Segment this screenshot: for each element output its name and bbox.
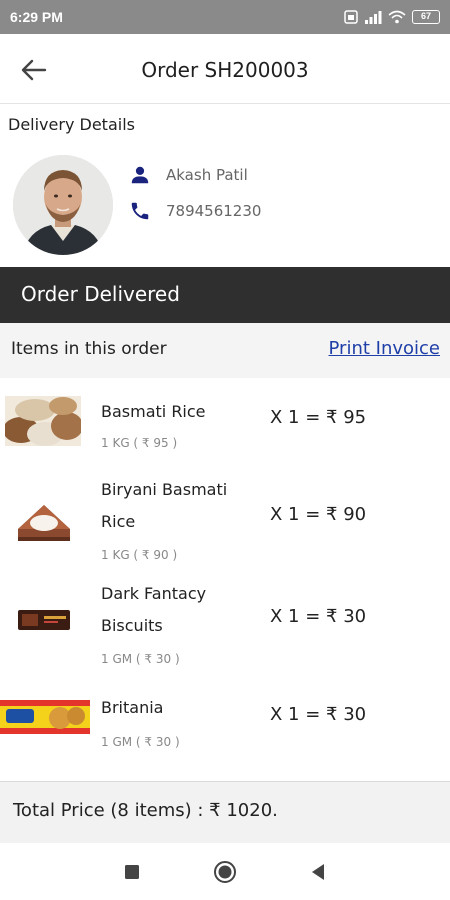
phone-icon[interactable] — [128, 199, 152, 223]
item-unit: 1 GM ( ₹ 30 ) — [101, 652, 180, 666]
britania-biscuits-image — [0, 696, 90, 742]
list-item[interactable]: Biryani Basmati Rice 1 KG ( ₹ 90 ) X 1 =… — [0, 474, 450, 578]
status-time: 6:29 PM — [10, 9, 63, 25]
contact-name-row: Akash Patil — [128, 163, 248, 187]
wifi-icon — [388, 10, 406, 24]
item-name: Basmati Rice — [101, 402, 206, 421]
app-bar: Order SH200003 — [0, 34, 450, 104]
item-quantity-price: X 1 = ₹ 30 — [270, 704, 367, 725]
item-unit: 1 KG ( ₹ 90 ) — [101, 548, 178, 562]
items-heading: Items in this order — [11, 339, 167, 359]
contact-phone-row: 7894561230 — [128, 199, 261, 223]
customer-name: Akash Patil — [166, 166, 248, 184]
system-nav-bar — [0, 843, 450, 900]
print-invoice-link[interactable]: Print Invoice — [329, 338, 440, 359]
item-quantity-price: X 1 = ₹ 95 — [270, 407, 367, 428]
signal-icon — [365, 11, 382, 24]
page-title: Order SH200003 — [141, 58, 309, 82]
total-bar: Total Price (8 items) : ₹ 1020. — [0, 781, 450, 843]
order-status-banner: Order Delivered — [0, 267, 450, 323]
item-name: Britania — [101, 698, 164, 717]
person-icon — [128, 163, 152, 187]
order-status-text: Order Delivered — [21, 282, 180, 306]
item-quantity-price: X 1 = ₹ 30 — [270, 606, 367, 627]
status-icons: 67 — [344, 8, 440, 26]
list-item[interactable]: Britania 1 GM ( ₹ 30 ) X 1 = ₹ 30 — [0, 682, 450, 781]
sim-icon — [344, 10, 358, 24]
square-recents-icon[interactable] — [120, 860, 144, 884]
item-unit: 1 KG ( ₹ 95 ) — [101, 436, 178, 450]
item-name: Dark Fantacy Biscuits — [101, 584, 207, 635]
item-quantity-price: X 1 = ₹ 90 — [270, 504, 367, 525]
triangle-back-icon[interactable] — [306, 860, 330, 884]
item-unit: 1 GM ( ₹ 30 ) — [101, 735, 180, 749]
avatar — [13, 155, 113, 255]
biryani-rice-image — [16, 499, 72, 549]
delivery-heading: Delivery Details — [8, 115, 135, 134]
list-item[interactable]: Dark Fantacy Biscuits 1 GM ( ₹ 30 ) X 1 … — [0, 578, 450, 682]
item-name: Biryani Basmati Rice — [101, 480, 228, 531]
customer-phone[interactable]: 7894561230 — [166, 202, 261, 220]
list-item[interactable]: Basmati Rice 1 KG ( ₹ 95 ) X 1 = ₹ 95 — [0, 378, 450, 474]
status-bar: 6:29 PM 67 — [0, 0, 450, 34]
dark-fantasy-biscuits-image — [18, 608, 70, 636]
basmati-rice-image — [3, 396, 83, 450]
items-header: Items in this order Print Invoice — [0, 323, 450, 378]
avatar-image — [13, 155, 113, 255]
delivery-details-section: Delivery Details Akash Patil 7894561230 — [0, 104, 450, 266]
battery-icon: 67 — [412, 10, 440, 24]
order-items-list[interactable]: Basmati Rice 1 KG ( ₹ 95 ) X 1 = ₹ 95 Bi… — [0, 378, 450, 781]
total-price: Total Price (8 items) : ₹ 1020. — [13, 800, 278, 821]
circle-home-icon[interactable] — [213, 860, 237, 884]
